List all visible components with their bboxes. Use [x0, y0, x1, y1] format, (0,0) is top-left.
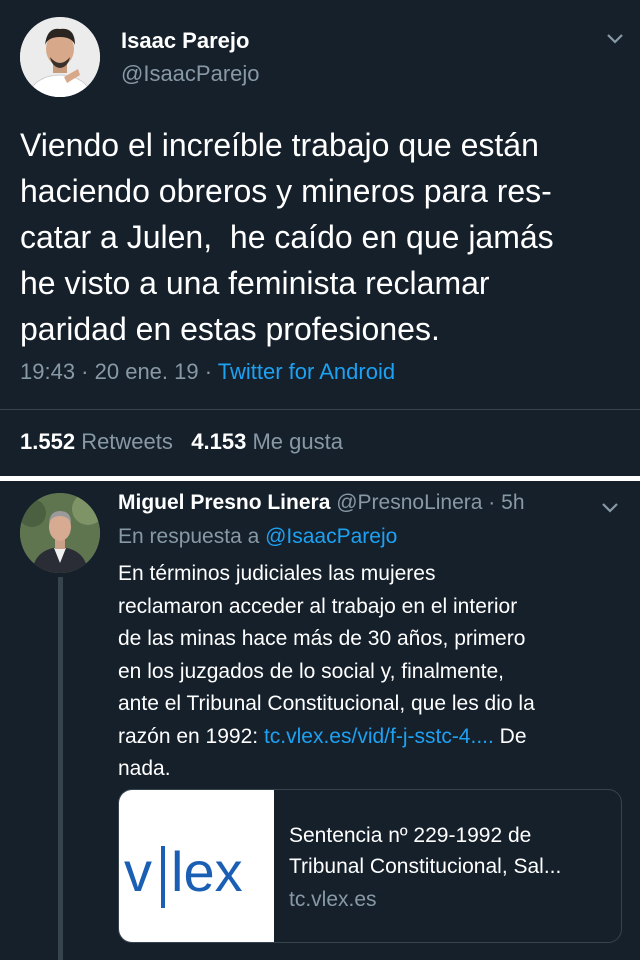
tweet-time: 19:43	[20, 359, 76, 384]
retweets-label[interactable]: Retweets	[81, 429, 173, 454]
person-avatar-image	[20, 493, 100, 573]
tweet-date: 20 ene. 19	[94, 359, 199, 384]
card-title: Sentencia nº 229-1992 de Tribunal Consti…	[289, 824, 562, 878]
likes-label[interactable]: Me gusta	[252, 429, 343, 454]
card-domain: tc.vlex.es	[289, 888, 377, 911]
tweet-source-link[interactable]: Twitter for Android	[218, 359, 395, 384]
chevron-down-icon[interactable]	[598, 499, 622, 517]
reply-author-name[interactable]: Miguel Presno Linera	[118, 491, 330, 514]
reply-header: Miguel Presno Linera @PresnoLinera · 5h	[118, 491, 525, 514]
thread-line	[58, 577, 63, 960]
reply-text: En términos judiciales las mujeres recla…	[118, 562, 535, 780]
reply-author-handle[interactable]: @PresnoLinera	[336, 491, 482, 514]
chevron-down-icon[interactable]	[603, 30, 627, 48]
main-tweet: Isaac Parejo @IsaacParejo Viendo el incr…	[0, 0, 640, 476]
retweets-count[interactable]: 1.552	[20, 429, 75, 454]
tweet-stats: 1.552 Retweets 4.153 Me gusta	[20, 429, 343, 455]
author-avatar[interactable]	[20, 17, 100, 97]
in-reply-to-handle[interactable]: @IsaacParejo	[265, 525, 397, 548]
tweet-text: Viendo el increíble trabajo que están ha…	[20, 127, 554, 347]
reply-tweet: Miguel Presno Linera @PresnoLinera · 5h …	[0, 481, 640, 960]
reply-time: 5h	[501, 491, 525, 514]
card-text: Sentencia nº 229-1992 de Tribunal Consti…	[289, 820, 614, 915]
author-handle[interactable]: @IsaacParejo	[121, 61, 260, 87]
reply-link[interactable]: tc.vlex.es/vid/f-j-sstc-4....	[264, 725, 494, 748]
link-preview-card[interactable]: v lex Sentencia nº 229-1992 de Tribunal …	[118, 789, 622, 943]
person-avatar-image	[20, 17, 100, 97]
reply-author-avatar[interactable]	[20, 493, 100, 573]
divider	[0, 409, 640, 410]
logo-text-left: v	[124, 840, 152, 903]
vlex-logo: v lex	[119, 790, 274, 942]
logo-text-right: lex	[171, 840, 243, 903]
in-reply-to: En respuesta a @IsaacParejo	[118, 525, 398, 548]
author-name[interactable]: Isaac Parejo	[121, 28, 249, 54]
likes-count[interactable]: 4.153	[191, 429, 246, 454]
tweet-meta: 19:43 · 20 ene. 19 · Twitter for Android	[20, 359, 396, 384]
